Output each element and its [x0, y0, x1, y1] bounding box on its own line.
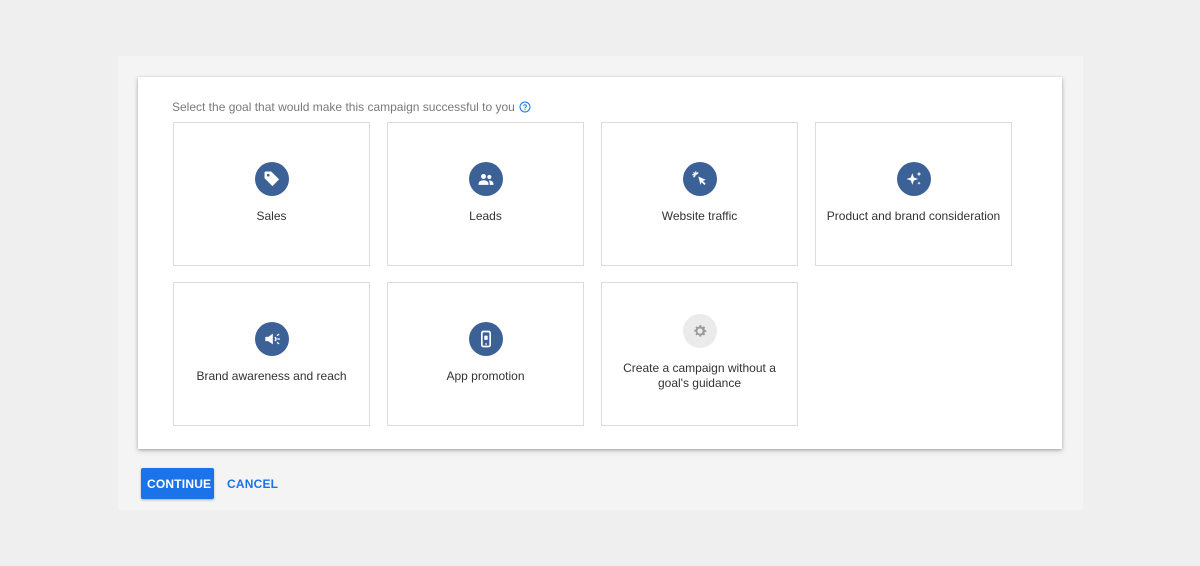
- goal-tile-website-traffic[interactable]: Website traffic: [601, 122, 798, 266]
- goal-tile-leads[interactable]: Leads: [387, 122, 584, 266]
- goal-label: Website traffic: [661, 209, 738, 223]
- people-icon: [468, 162, 503, 196]
- goal-tile-sales[interactable]: Sales: [173, 122, 370, 266]
- goal-label: Create a campaign without a goal's guida…: [623, 361, 776, 390]
- goal-tile-app-promotion[interactable]: App promotion: [387, 282, 584, 426]
- tag-icon: [254, 162, 289, 196]
- cancel-button[interactable]: CANCEL: [221, 468, 284, 499]
- goal-label: Brand awareness and reach: [196, 369, 347, 383]
- gear-icon: [682, 314, 717, 348]
- goal-tile-no-guidance[interactable]: Create a campaign without a goal's guida…: [601, 282, 798, 426]
- goal-label: App promotion: [446, 369, 525, 383]
- sparkle-icon: [896, 162, 931, 196]
- phone-icon: [468, 322, 503, 356]
- continue-button[interactable]: CONTINUE: [141, 468, 214, 499]
- goal-prompt-text: Select the goal that would make this cam…: [172, 100, 515, 114]
- help-circle-icon[interactable]: [519, 101, 531, 113]
- goal-label: Product and brand consideration: [826, 209, 1001, 223]
- goal-tile-brand-awareness-reach[interactable]: Brand awareness and reach: [173, 282, 370, 426]
- goal-tile-product-brand-consideration[interactable]: Product and brand consideration: [815, 122, 1012, 266]
- goal-label: Leads: [469, 209, 502, 223]
- cursor-click-icon: [682, 162, 717, 196]
- megaphone-icon: [254, 322, 289, 356]
- goal-label: Sales: [256, 209, 287, 223]
- goal-prompt: Select the goal that would make this cam…: [172, 100, 531, 114]
